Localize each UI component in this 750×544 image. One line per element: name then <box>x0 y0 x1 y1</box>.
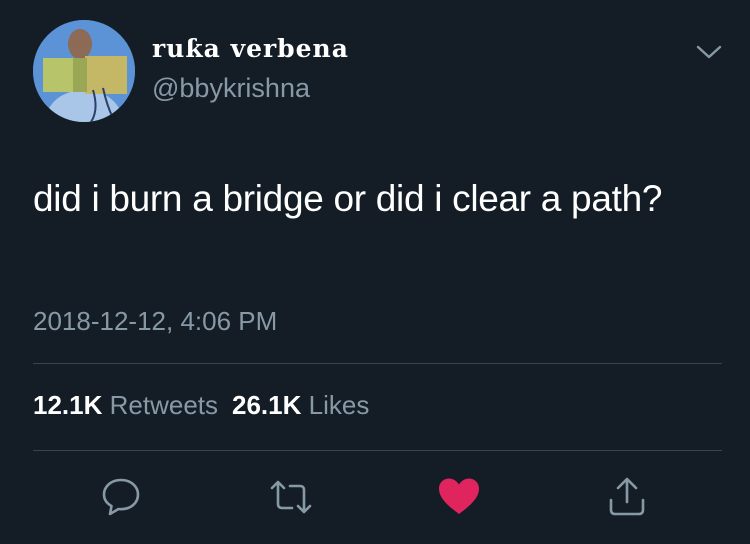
tweet-timestamp[interactable]: 2018-12-12, 4:06 PM <box>33 306 277 337</box>
like-button[interactable] <box>436 474 482 520</box>
tweet-card: ruƙa verbena @bbykrishna did i burn a br… <box>0 0 750 544</box>
display-name[interactable]: ruƙa verbena <box>152 34 349 63</box>
heart-icon <box>439 478 479 514</box>
likes-label: Likes <box>308 390 370 420</box>
retweets-stat[interactable]: 12.1K Retweets <box>33 390 218 420</box>
share-upload-icon <box>609 477 645 516</box>
engagement-stats: 12.1K Retweets 26.1K Likes <box>33 390 369 421</box>
retweets-label: Retweets <box>109 390 219 420</box>
likes-stat[interactable]: 26.1K Likes <box>232 390 369 420</box>
retweet-arrows-icon <box>270 480 312 514</box>
tweet-text: did i burn a bridge or did i clear a pat… <box>33 178 663 219</box>
likes-count: 26.1K <box>232 390 302 420</box>
avatar-image <box>33 20 135 122</box>
user-handle[interactable]: @bbykrishna <box>152 73 310 104</box>
divider <box>33 363 722 364</box>
divider <box>33 450 722 451</box>
retweet-button[interactable] <box>268 474 314 520</box>
share-button[interactable] <box>604 474 650 520</box>
action-bar <box>0 474 750 520</box>
retweets-count: 12.1K <box>33 390 103 420</box>
avatar[interactable] <box>33 20 135 122</box>
speech-bubble-icon <box>102 478 140 516</box>
chevron-down-icon[interactable] <box>694 40 724 64</box>
reply-button[interactable] <box>98 474 144 520</box>
